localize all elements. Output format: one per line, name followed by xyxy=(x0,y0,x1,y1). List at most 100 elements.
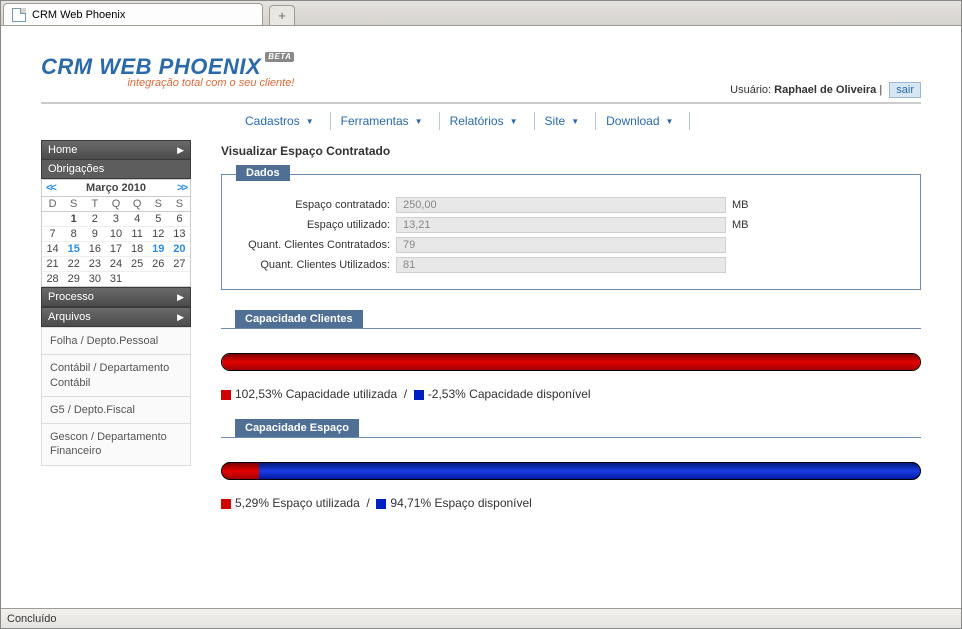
tab-title: CRM Web Phoenix xyxy=(32,9,125,21)
calendar-grid: DSTQQSS 12345678910111213141516171819202… xyxy=(42,197,190,286)
calendar-day[interactable]: 30 xyxy=(84,272,105,287)
calendar-day[interactable]: 16 xyxy=(84,242,105,257)
calendar-day[interactable]: 22 xyxy=(63,257,84,272)
beta-badge: BETA xyxy=(265,52,294,62)
top-menu: Cadastros▼ Ferramentas▼ Relatórios▼ Site… xyxy=(41,106,921,136)
app-window: CRM Web Phoenix + CRM WEB PHOENIX BETA i… xyxy=(0,0,962,629)
calendar-dow: D xyxy=(42,197,63,212)
menu-cadastros[interactable]: Cadastros ▼ xyxy=(241,112,324,130)
chevron-down-icon: ▼ xyxy=(666,117,674,126)
calendar-day[interactable]: 21 xyxy=(42,257,63,272)
calendar-day[interactable]: 11 xyxy=(127,227,148,242)
menu-download[interactable]: Download ▼ xyxy=(602,112,683,130)
menu-label: Ferramentas xyxy=(341,114,409,128)
legend-espaco: 5,29% Espaço utilizada / 94,71% Espaço d… xyxy=(221,496,921,510)
calendar-day[interactable]: 17 xyxy=(105,242,126,257)
browser-tabbar: CRM Web Phoenix + xyxy=(1,1,961,26)
browser-statusbar: Concluído xyxy=(1,608,961,628)
menu-divider xyxy=(330,112,331,130)
data-unit: MB xyxy=(732,219,749,231)
sidebar-item-home[interactable]: Home ▶ xyxy=(41,140,191,160)
calendar-day[interactable]: 18 xyxy=(127,242,148,257)
sidebar-subitem[interactable]: G5 / Depto.Fiscal xyxy=(41,397,191,424)
calendar-day[interactable]: 4 xyxy=(127,212,148,227)
calendar-day[interactable]: 31 xyxy=(105,272,126,287)
calendar-dow: Q xyxy=(105,197,126,212)
page-title: Visualizar Espaço Contratado xyxy=(221,144,921,158)
data-row: Espaço contratado:250,00MB xyxy=(236,197,906,213)
menu-divider xyxy=(595,112,596,130)
data-label: Espaço contratado: xyxy=(236,199,396,211)
menu-divider xyxy=(534,112,535,130)
browser-tab[interactable]: CRM Web Phoenix xyxy=(3,3,263,25)
calendar-day[interactable]: 25 xyxy=(127,257,148,272)
calendar: << Março 2010 >> DSTQQSS 123456789101112… xyxy=(41,179,191,287)
status-text: Concluído xyxy=(7,613,57,625)
logout-button[interactable]: sair xyxy=(889,82,921,98)
section-heading-clientes: Capacidade Clientes xyxy=(235,310,363,328)
calendar-day[interactable]: 7 xyxy=(42,227,63,242)
sidebar-item-obrigacoes[interactable]: Obrigações xyxy=(41,160,191,179)
calendar-day[interactable]: 12 xyxy=(148,227,169,242)
logo-tagline: integração total com o seu cliente! xyxy=(41,78,294,89)
sidebar-subitem[interactable]: Folha / Depto.Pessoal xyxy=(41,327,191,355)
calendar-day[interactable]: 19 xyxy=(148,242,169,257)
chevron-down-icon: ▼ xyxy=(571,117,579,126)
menu-relatorios[interactable]: Relatórios▼ xyxy=(446,112,528,130)
bar-segment-used xyxy=(222,463,259,479)
legend-swatch-blue xyxy=(376,499,386,509)
bar-segment-available xyxy=(259,463,920,479)
dados-panel: Dados Espaço contratado:250,00MBEspaço u… xyxy=(221,174,921,290)
calendar-day[interactable]: 14 xyxy=(42,242,63,257)
chevron-right-icon: ▶ xyxy=(177,292,184,303)
calendar-next-button[interactable]: >> xyxy=(177,182,186,194)
chevron-down-icon: ▼ xyxy=(510,117,518,126)
calendar-day[interactable]: 5 xyxy=(148,212,169,227)
new-tab-button[interactable]: + xyxy=(269,5,295,25)
section-divider: Capacidade Espaço xyxy=(221,419,921,438)
calendar-day[interactable]: 10 xyxy=(105,227,126,242)
data-value: 13,21 xyxy=(396,217,726,233)
calendar-prev-button[interactable]: << xyxy=(46,182,55,194)
data-label: Quant. Clientes Utilizados: xyxy=(236,259,396,271)
sidebar-item-arquivos[interactable]: Arquivos ▶ xyxy=(41,307,191,327)
menu-ferramentas[interactable]: Ferramentas▼ xyxy=(337,112,433,130)
menu-label: Download xyxy=(606,114,659,128)
sidebar-item-processo[interactable]: Processo ▶ xyxy=(41,287,191,307)
sidebar-item-label: Arquivos xyxy=(48,311,91,323)
calendar-day[interactable]: 6 xyxy=(169,212,190,227)
menu-divider xyxy=(689,112,690,130)
calendar-day[interactable]: 9 xyxy=(84,227,105,242)
sidebar-item-label: Obrigações xyxy=(48,163,104,175)
calendar-dow: T xyxy=(84,197,105,212)
section-divider: Capacidade Clientes xyxy=(221,310,921,329)
logo: CRM WEB PHOENIX BETA integração total co… xyxy=(41,56,294,89)
calendar-day[interactable]: 27 xyxy=(169,257,190,272)
calendar-day[interactable]: 23 xyxy=(84,257,105,272)
calendar-day xyxy=(169,272,190,287)
main-column: Visualizar Espaço Contratado Dados Espaç… xyxy=(221,140,921,510)
calendar-day[interactable]: 15 xyxy=(63,242,84,257)
calendar-day[interactable]: 29 xyxy=(63,272,84,287)
dados-legend: Dados xyxy=(236,165,290,181)
calendar-day[interactable]: 1 xyxy=(63,212,84,227)
calendar-day[interactable]: 20 xyxy=(169,242,190,257)
legend-used-label: 5,29% Espaço utilizada xyxy=(235,496,360,510)
calendar-day[interactable]: 8 xyxy=(63,227,84,242)
menu-label: Cadastros xyxy=(245,114,300,128)
chevron-right-icon: ▶ xyxy=(177,312,184,323)
calendar-day[interactable]: 28 xyxy=(42,272,63,287)
page-icon xyxy=(12,8,26,22)
data-value: 81 xyxy=(396,257,726,273)
calendar-dow: Q xyxy=(127,197,148,212)
chevron-down-icon: ▼ xyxy=(306,117,314,126)
calendar-day[interactable]: 3 xyxy=(105,212,126,227)
menu-site[interactable]: Site▼ xyxy=(541,112,590,130)
calendar-day[interactable]: 2 xyxy=(84,212,105,227)
calendar-day[interactable]: 26 xyxy=(148,257,169,272)
calendar-dow: S xyxy=(63,197,84,212)
sidebar-subitem[interactable]: Contábil / Departamento Contábil xyxy=(41,355,191,397)
sidebar-subitem[interactable]: Gescon / Departamento Financeiro xyxy=(41,424,191,466)
calendar-day[interactable]: 13 xyxy=(169,227,190,242)
calendar-day[interactable]: 24 xyxy=(105,257,126,272)
